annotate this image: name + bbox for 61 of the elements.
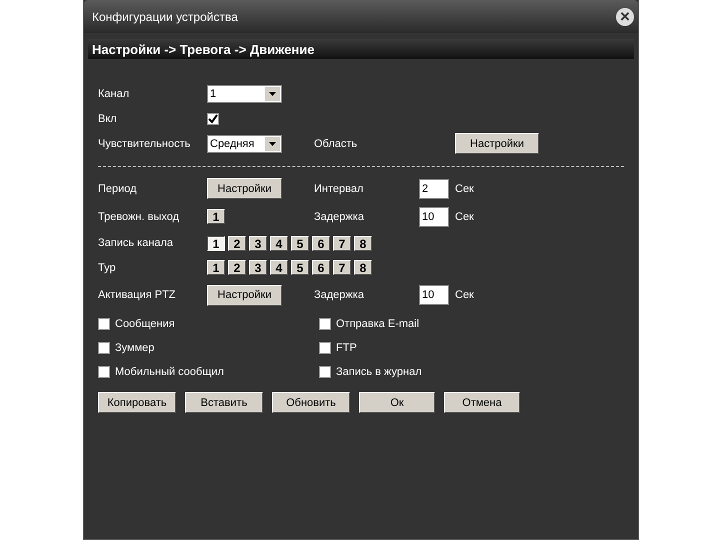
number-toggle[interactable]: 3 <box>249 236 267 250</box>
field-label: Запись в журнал <box>336 366 422 378</box>
number-toggle[interactable]: 8 <box>354 260 372 275</box>
checkbox[interactable] <box>98 366 110 378</box>
dropdown[interactable]: Средняя <box>207 134 282 152</box>
checkbox[interactable] <box>319 366 331 378</box>
field-label: Отправка E-mail <box>336 318 420 330</box>
field-label: Сек <box>455 210 475 222</box>
checkbox[interactable] <box>319 318 331 330</box>
dialog-button[interactable]: Обновить <box>272 392 350 413</box>
settings-button[interactable]: Настройки <box>207 284 282 306</box>
field-label: Область <box>314 138 358 150</box>
input-field[interactable]: 2 <box>419 178 449 198</box>
field-label: Сек <box>455 289 475 301</box>
input-field[interactable]: 10 <box>419 285 449 305</box>
dropdown[interactable]: 1 <box>207 84 282 102</box>
checkbox[interactable] <box>98 318 110 330</box>
dialog-button[interactable]: Отмена <box>444 392 520 413</box>
number-toggle[interactable]: 1 <box>207 236 225 250</box>
field-label: FTP <box>336 342 357 354</box>
field-label: Активация PTZ <box>98 289 177 301</box>
number-toggle[interactable]: 5 <box>291 236 309 250</box>
dialog-button[interactable]: Вставить <box>185 392 263 413</box>
field-label: Тревожн. выход <box>98 210 180 222</box>
field-label: Сек <box>455 182 475 194</box>
settings-button[interactable]: Настройки <box>207 178 282 199</box>
field-label: Чувствительность <box>98 138 192 150</box>
settings-button[interactable]: Настройки <box>455 133 539 154</box>
number-toggle[interactable]: 7 <box>333 260 351 275</box>
number-toggle[interactable]: 2 <box>228 236 246 250</box>
field-label: Вкл <box>98 112 118 124</box>
field-label: Зуммер <box>115 342 154 354</box>
number-toggle[interactable]: 6 <box>312 260 330 275</box>
number-toggle[interactable]: 8 <box>354 236 372 250</box>
close-button[interactable]: × <box>616 8 634 26</box>
number-toggle[interactable]: 1 <box>207 260 225 275</box>
number-toggle[interactable]: 6 <box>312 236 330 250</box>
number-toggle[interactable]: 2 <box>228 260 246 275</box>
dialog-button[interactable]: Копировать <box>98 392 176 413</box>
number-toggle[interactable]: 3 <box>249 260 267 275</box>
checkbox[interactable] <box>98 342 110 354</box>
breadcrumb: Настройки -> Тревога -> Движение <box>88 39 634 59</box>
number-toggle[interactable]: 7 <box>333 236 351 250</box>
window-title: Конфигурации устройства <box>92 10 238 24</box>
input-field[interactable]: 10 <box>419 206 449 226</box>
field-label: Задержка <box>314 289 365 301</box>
field-label: Задержка <box>314 210 365 222</box>
number-toggle[interactable]: 1 <box>207 209 225 224</box>
field-label: Тур <box>98 262 117 274</box>
field-label: Сообщения <box>115 318 175 330</box>
checkbox[interactable] <box>207 112 219 124</box>
field-label: Интервал <box>314 182 364 194</box>
number-toggle[interactable]: 5 <box>291 260 309 275</box>
field-label: Канал <box>98 88 130 100</box>
field-label: Мобильный сообщил <box>115 366 224 378</box>
field-label: Период <box>98 182 138 194</box>
checkbox[interactable] <box>319 342 331 354</box>
field-label: Запись канала <box>98 237 174 249</box>
number-toggle[interactable]: 4 <box>270 236 288 250</box>
number-toggle[interactable]: 4 <box>270 260 288 275</box>
dialog-button[interactable]: Ок <box>359 392 435 413</box>
